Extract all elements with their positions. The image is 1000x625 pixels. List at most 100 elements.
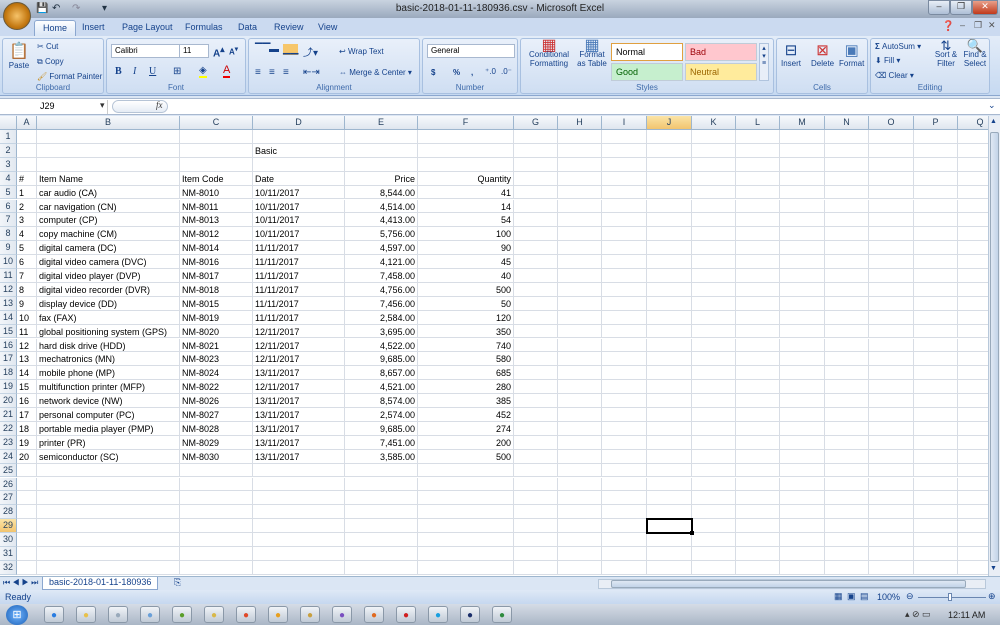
cell-i29[interactable] xyxy=(602,519,647,534)
cell-j6[interactable] xyxy=(647,199,692,214)
cell-i15[interactable] xyxy=(602,324,647,339)
firefox-icon[interactable]: ● xyxy=(364,606,384,623)
cell-d9[interactable]: 11/11/2017 xyxy=(253,241,345,256)
cell-j22[interactable] xyxy=(647,421,692,436)
cell-b10[interactable]: digital video camera (DVC) xyxy=(37,255,180,269)
cell-i16[interactable] xyxy=(602,338,647,353)
cell-b8[interactable]: copy machine (CM) xyxy=(37,227,180,242)
cell-c22[interactable]: NM-8028 xyxy=(180,421,253,436)
cell-j31[interactable] xyxy=(647,547,692,561)
cell-c18[interactable]: NM-8024 xyxy=(180,366,253,381)
cell-k6[interactable] xyxy=(692,199,736,214)
cell-o17[interactable] xyxy=(869,352,914,367)
align-middle-icon[interactable]: ▬ xyxy=(269,44,279,55)
cell-p19[interactable] xyxy=(914,380,958,395)
zoom-out-icon[interactable]: ⊖ xyxy=(906,591,914,602)
cell-e31[interactable] xyxy=(345,547,418,561)
cell-c15[interactable]: NM-8020 xyxy=(180,324,253,339)
cell-q9[interactable] xyxy=(958,241,988,256)
cell-j4[interactable] xyxy=(647,171,692,186)
cell-k1[interactable] xyxy=(692,130,736,144)
cell-j2[interactable] xyxy=(647,143,692,158)
cell-h10[interactable] xyxy=(558,255,602,269)
column-header-h[interactable]: H xyxy=(558,116,602,130)
cell-b23[interactable]: printer (PR) xyxy=(37,435,180,450)
arrow-icon[interactable]: ● xyxy=(172,606,192,623)
column-header-n[interactable]: N xyxy=(825,116,869,130)
borders-icon[interactable]: ⊞ xyxy=(173,66,181,77)
cell-b22[interactable]: portable media player (PMP) xyxy=(37,421,180,436)
cell-j9[interactable] xyxy=(647,241,692,256)
cell-b31[interactable] xyxy=(37,547,180,561)
cell-c2[interactable] xyxy=(180,143,253,158)
cell-h31[interactable] xyxy=(558,547,602,561)
row-header-17[interactable]: 17 xyxy=(0,352,17,367)
cell-n5[interactable] xyxy=(825,185,869,200)
cell-g26[interactable] xyxy=(514,477,558,492)
cell-i9[interactable] xyxy=(602,241,647,256)
cell-g9[interactable] xyxy=(514,241,558,256)
cell-c27[interactable] xyxy=(180,491,253,506)
cell-n31[interactable] xyxy=(825,547,869,561)
cell-l16[interactable] xyxy=(736,338,780,353)
column-header-o[interactable]: O xyxy=(869,116,914,130)
cell-h22[interactable] xyxy=(558,421,602,436)
cell-d25[interactable] xyxy=(253,463,345,478)
cell-f30[interactable] xyxy=(418,533,514,547)
cell-i13[interactable] xyxy=(602,296,647,311)
delete-cells-button[interactable]: ⊠ Delete xyxy=(811,41,834,68)
cell-p22[interactable] xyxy=(914,421,958,436)
cell-e8[interactable]: 5,756.00 xyxy=(345,227,418,242)
cell-h28[interactable] xyxy=(558,505,602,520)
cell-m3[interactable] xyxy=(780,157,825,172)
cell-o23[interactable] xyxy=(869,435,914,450)
cell-h30[interactable] xyxy=(558,533,602,547)
align-left-icon[interactable]: ≡ xyxy=(255,67,261,78)
cell-l2[interactable] xyxy=(736,143,780,158)
cell-a24[interactable]: 20 xyxy=(17,449,37,464)
cell-n21[interactable] xyxy=(825,408,869,422)
redo-icon[interactable]: ↷ xyxy=(72,3,80,14)
cell-p17[interactable] xyxy=(914,352,958,367)
cell-n13[interactable] xyxy=(825,296,869,311)
cell-q3[interactable] xyxy=(958,158,988,172)
cell-d32[interactable] xyxy=(253,560,345,575)
cell-e30[interactable] xyxy=(345,533,418,547)
column-header-e[interactable]: E xyxy=(345,116,418,130)
cell-o27[interactable] xyxy=(869,491,914,506)
italic-button[interactable]: I xyxy=(133,66,136,77)
cell-h15[interactable] xyxy=(558,324,602,339)
cell-f16[interactable]: 740 xyxy=(418,338,514,353)
cell-i32[interactable] xyxy=(602,560,647,575)
cell-n1[interactable] xyxy=(825,130,869,144)
fill-button[interactable]: ⬇ Fill ▾ xyxy=(875,56,900,65)
cell-i31[interactable] xyxy=(602,547,647,561)
cell-e27[interactable] xyxy=(345,491,418,506)
row-header-20[interactable]: 20 xyxy=(0,394,17,408)
cell-n30[interactable] xyxy=(825,533,869,547)
cell-n28[interactable] xyxy=(825,505,869,520)
cell-n32[interactable] xyxy=(825,560,869,575)
cell-h1[interactable] xyxy=(558,130,602,144)
cell-k24[interactable] xyxy=(692,449,736,464)
cell-m9[interactable] xyxy=(780,241,825,256)
cell-o26[interactable] xyxy=(869,477,914,492)
indent-icon[interactable]: ⇤⇥ xyxy=(303,67,320,78)
cell-n25[interactable] xyxy=(825,463,869,478)
cell-l21[interactable] xyxy=(736,408,780,422)
cell-f25[interactable] xyxy=(418,463,514,478)
cell-o4[interactable] xyxy=(869,171,914,186)
cell-e18[interactable]: 8,657.00 xyxy=(345,366,418,381)
cell-p6[interactable] xyxy=(914,199,958,214)
cell-d7[interactable]: 10/11/2017 xyxy=(253,213,345,228)
close-button[interactable]: ✕ xyxy=(972,0,998,15)
cell-c31[interactable] xyxy=(180,547,253,561)
cell-d13[interactable]: 11/11/2017 xyxy=(253,296,345,311)
cell-a17[interactable]: 13 xyxy=(17,352,37,367)
row-header-31[interactable]: 31 xyxy=(0,547,17,561)
cell-c26[interactable] xyxy=(180,477,253,492)
copy-button[interactable]: ⧉ Copy xyxy=(37,57,64,67)
cell-p24[interactable] xyxy=(914,449,958,464)
cell-a29[interactable] xyxy=(17,519,37,534)
cell-j32[interactable] xyxy=(647,560,692,575)
